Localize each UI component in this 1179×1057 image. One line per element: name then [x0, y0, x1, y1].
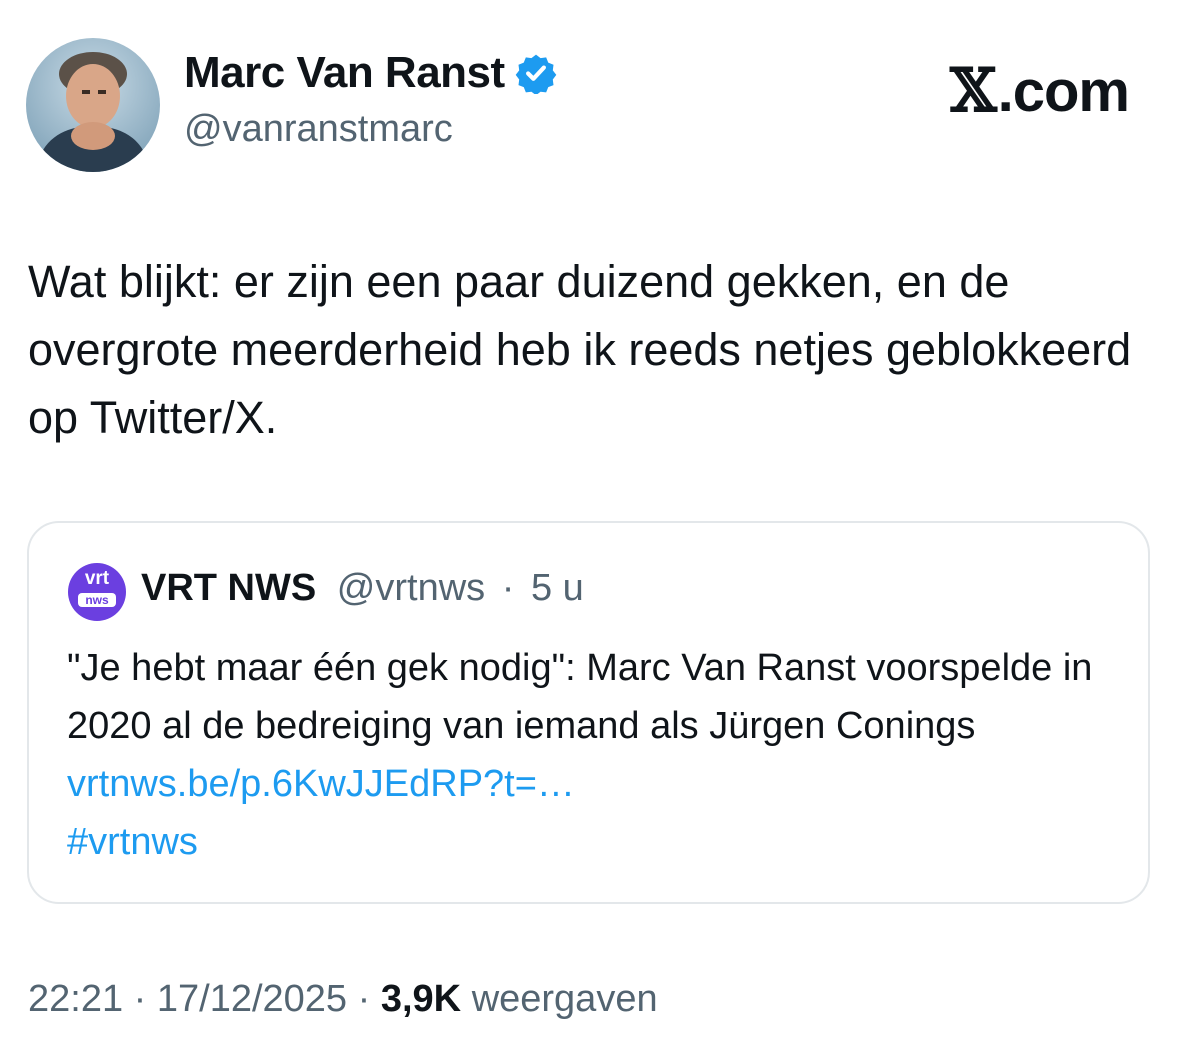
quote-text: "Je hebt maar één gek nodig": Marc Van R… [67, 639, 1127, 871]
author-display-name[interactable]: Marc Van Ranst [184, 48, 557, 98]
brand-label: .com [997, 58, 1130, 124]
brand-watermark: 𝕏 .com [950, 56, 1130, 126]
quote-separator: · [501, 567, 515, 609]
tweet-time[interactable]: 22:21 [28, 978, 123, 1020]
tweet-date[interactable]: 17/12/2025 [157, 978, 347, 1020]
meta-separator: · [133, 978, 147, 1020]
quote-body: "Je hebt maar één gek nodig": Marc Van R… [67, 647, 1093, 747]
logo-line1: vrt [84, 568, 110, 589]
logo-line2: nws [78, 593, 116, 607]
author-avatar[interactable] [26, 38, 160, 172]
quote-author-name[interactable]: VRT NWS [141, 567, 316, 609]
tweet-meta: 22:21 · 17/12/2025 · 3,9K weergaven [28, 978, 658, 1021]
quote-link[interactable]: vrtnws.be/p.6KwJJEdRP?t=… [67, 763, 575, 805]
author-name-text: Marc Van Ranst [184, 48, 505, 97]
author-handle[interactable]: @vanranstmarc [184, 108, 453, 151]
vrt-nws-logo-icon[interactable]: vrt nws [68, 563, 126, 621]
views-label: weergaven [471, 978, 658, 1020]
verified-badge-icon[interactable] [515, 52, 557, 96]
x-logo-icon: 𝕏 [950, 56, 997, 126]
quote-author-handle[interactable]: @vrtnws [337, 567, 485, 609]
quote-hashtag[interactable]: #vrtnws [67, 821, 198, 863]
avatar-photo [26, 38, 160, 172]
views-count[interactable]: 3,9K [381, 978, 461, 1020]
tweet-text: Wat blijkt: er zijn een paar duizend gek… [28, 256, 1132, 443]
meta-separator: · [357, 978, 371, 1020]
quote-time[interactable]: 5 u [531, 567, 584, 609]
quoted-tweet[interactable]: vrt nws VRT NWS @vrtnws · 5 u "Je hebt m… [27, 521, 1150, 904]
quote-header: VRT NWS @vrtnws · 5 u [141, 567, 584, 610]
